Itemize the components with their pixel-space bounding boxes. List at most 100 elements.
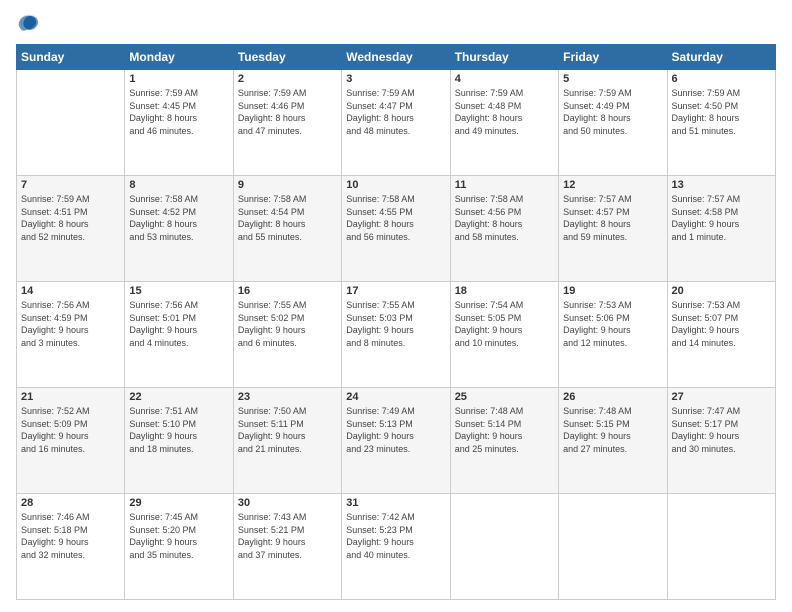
day-number: 25 — [455, 391, 554, 403]
weekday-header-thursday: Thursday — [450, 45, 558, 70]
day-info: Sunrise: 7:53 AMSunset: 5:07 PMDaylight:… — [672, 299, 771, 349]
day-number: 15 — [129, 285, 228, 297]
day-number: 23 — [238, 391, 337, 403]
calendar-cell: 11 Sunrise: 7:58 AMSunset: 4:56 PMDayligh… — [450, 176, 558, 282]
day-number: 6 — [672, 73, 771, 85]
calendar-cell: 12 Sunrise: 7:57 AMSunset: 4:57 PMDayligh… — [559, 176, 667, 282]
calendar-body: 1 Sunrise: 7:59 AMSunset: 4:45 PMDaylight… — [17, 70, 776, 600]
day-info: Sunrise: 7:59 AMSunset: 4:49 PMDaylight:… — [563, 87, 662, 137]
calendar-cell: 8 Sunrise: 7:58 AMSunset: 4:52 PMDaylight… — [125, 176, 233, 282]
day-info: Sunrise: 7:57 AMSunset: 4:58 PMDaylight:… — [672, 193, 771, 243]
weekday-header-row: SundayMondayTuesdayWednesdayThursdayFrid… — [17, 45, 776, 70]
calendar-cell — [450, 494, 558, 600]
weekday-header-monday: Monday — [125, 45, 233, 70]
calendar-cell: 27 Sunrise: 7:47 AMSunset: 5:17 PMDayligh… — [667, 388, 775, 494]
day-number: 16 — [238, 285, 337, 297]
day-info: Sunrise: 7:47 AMSunset: 5:17 PMDaylight:… — [672, 405, 771, 455]
calendar-cell — [17, 70, 125, 176]
day-info: Sunrise: 7:56 AMSunset: 5:01 PMDaylight:… — [129, 299, 228, 349]
calendar-week-5: 28 Sunrise: 7:46 AMSunset: 5:18 PMDayligh… — [17, 494, 776, 600]
calendar-cell: 18 Sunrise: 7:54 AMSunset: 5:05 PMDayligh… — [450, 282, 558, 388]
day-number: 8 — [129, 179, 228, 191]
calendar-cell: 2Sunrise: 7:59 AMSunset: 4:46 PMDaylight… — [233, 70, 341, 176]
day-info: Sunrise: 7:51 AMSunset: 5:10 PMDaylight:… — [129, 405, 228, 455]
day-number: 27 — [672, 391, 771, 403]
calendar-cell: 9Sunrise: 7:58 AMSunset: 4:54 PMDaylight… — [233, 176, 341, 282]
calendar-cell: 3Sunrise: 7:59 AMSunset: 4:47 PMDaylight… — [342, 70, 450, 176]
day-number: 4 — [455, 73, 554, 85]
calendar-cell: 26Sunrise: 7:48 AMSunset: 5:15 PMDayligh… — [559, 388, 667, 494]
day-number: 10 — [346, 179, 445, 191]
calendar-table: SundayMondayTuesdayWednesdayThursdayFrid… — [16, 44, 776, 600]
day-number: 31 — [346, 497, 445, 509]
day-number: 20 — [672, 285, 771, 297]
calendar-cell: 19 Sunrise: 7:53 AMSunset: 5:06 PMDayligh… — [559, 282, 667, 388]
day-number: 19 — [563, 285, 662, 297]
day-number: 26 — [563, 391, 662, 403]
day-number: 29 — [129, 497, 228, 509]
weekday-header-tuesday: Tuesday — [233, 45, 341, 70]
day-info: Sunrise: 7:59 AMSunset: 4:48 PMDaylight:… — [455, 87, 554, 137]
calendar-cell — [559, 494, 667, 600]
calendar-cell: 31Sunrise: 7:42 AMSunset: 5:23 PMDayligh… — [342, 494, 450, 600]
day-number: 13 — [672, 179, 771, 191]
day-info: Sunrise: 7:58 AMSunset: 4:52 PMDaylight:… — [129, 193, 228, 243]
day-info: Sunrise: 7:57 AMSunset: 4:57 PMDaylight:… — [563, 193, 662, 243]
header — [16, 12, 776, 34]
day-number: 18 — [455, 285, 554, 297]
calendar-week-1: 1 Sunrise: 7:59 AMSunset: 4:45 PMDaylight… — [17, 70, 776, 176]
day-number: 9 — [238, 179, 337, 191]
calendar-cell: 1 Sunrise: 7:59 AMSunset: 4:45 PMDaylight… — [125, 70, 233, 176]
calendar-cell: 29 Sunrise: 7:45 AMSunset: 5:20 PMDayligh… — [125, 494, 233, 600]
calendar-cell: 4 Sunrise: 7:59 AMSunset: 4:48 PMDaylight… — [450, 70, 558, 176]
day-info: Sunrise: 7:50 AMSunset: 5:11 PMDaylight:… — [238, 405, 337, 455]
day-number: 28 — [21, 497, 120, 509]
calendar-cell: 22 Sunrise: 7:51 AMSunset: 5:10 PMDayligh… — [125, 388, 233, 494]
calendar-week-2: 7 Sunrise: 7:59 AMSunset: 4:51 PMDaylight… — [17, 176, 776, 282]
day-number: 21 — [21, 391, 120, 403]
calendar-cell: 15 Sunrise: 7:56 AMSunset: 5:01 PMDayligh… — [125, 282, 233, 388]
day-number: 1 — [129, 73, 228, 85]
calendar-cell: 21 Sunrise: 7:52 AMSunset: 5:09 PMDayligh… — [17, 388, 125, 494]
weekday-header-sunday: Sunday — [17, 45, 125, 70]
day-info: Sunrise: 7:58 AMSunset: 4:56 PMDaylight:… — [455, 193, 554, 243]
day-number: 22 — [129, 391, 228, 403]
day-info: Sunrise: 7:54 AMSunset: 5:05 PMDaylight:… — [455, 299, 554, 349]
day-info: Sunrise: 7:53 AMSunset: 5:06 PMDaylight:… — [563, 299, 662, 349]
weekday-header-friday: Friday — [559, 45, 667, 70]
day-info: Sunrise: 7:45 AMSunset: 5:20 PMDaylight:… — [129, 511, 228, 561]
calendar-cell: 6 Sunrise: 7:59 AMSunset: 4:50 PMDaylight… — [667, 70, 775, 176]
calendar-cell — [667, 494, 775, 600]
day-number: 17 — [346, 285, 445, 297]
calendar-week-3: 14Sunrise: 7:56 AMSunset: 4:59 PMDayligh… — [17, 282, 776, 388]
calendar-cell: 10Sunrise: 7:58 AMSunset: 4:55 PMDayligh… — [342, 176, 450, 282]
day-number: 2 — [238, 73, 337, 85]
day-number: 30 — [238, 497, 337, 509]
day-info: Sunrise: 7:59 AMSunset: 4:45 PMDaylight:… — [129, 87, 228, 137]
day-number: 11 — [455, 179, 554, 191]
calendar-week-4: 21 Sunrise: 7:52 AMSunset: 5:09 PMDayligh… — [17, 388, 776, 494]
day-info: Sunrise: 7:55 AMSunset: 5:03 PMDaylight:… — [346, 299, 445, 349]
day-number: 24 — [346, 391, 445, 403]
calendar-cell: 7 Sunrise: 7:59 AMSunset: 4:51 PMDaylight… — [17, 176, 125, 282]
calendar-cell: 16 Sunrise: 7:55 AMSunset: 5:02 PMDayligh… — [233, 282, 341, 388]
weekday-header-saturday: Saturday — [667, 45, 775, 70]
logo-icon — [18, 12, 40, 34]
day-info: Sunrise: 7:48 AMSunset: 5:14 PMDaylight:… — [455, 405, 554, 455]
calendar-cell: 30 Sunrise: 7:43 AMSunset: 5:21 PMDayligh… — [233, 494, 341, 600]
day-info: Sunrise: 7:59 AMSunset: 4:50 PMDaylight:… — [672, 87, 771, 137]
calendar-cell: 24Sunrise: 7:49 AMSunset: 5:13 PMDayligh… — [342, 388, 450, 494]
day-info: Sunrise: 7:55 AMSunset: 5:02 PMDaylight:… — [238, 299, 337, 349]
calendar-cell: 13 Sunrise: 7:57 AMSunset: 4:58 PMDayligh… — [667, 176, 775, 282]
day-info: Sunrise: 7:43 AMSunset: 5:21 PMDaylight:… — [238, 511, 337, 561]
calendar-cell: 25 Sunrise: 7:48 AMSunset: 5:14 PMDayligh… — [450, 388, 558, 494]
day-info: Sunrise: 7:59 AMSunset: 4:51 PMDaylight:… — [21, 193, 120, 243]
day-number: 5 — [563, 73, 662, 85]
day-number: 7 — [21, 179, 120, 191]
day-info: Sunrise: 7:46 AMSunset: 5:18 PMDaylight:… — [21, 511, 120, 561]
day-info: Sunrise: 7:52 AMSunset: 5:09 PMDaylight:… — [21, 405, 120, 455]
calendar-cell: 5 Sunrise: 7:59 AMSunset: 4:49 PMDaylight… — [559, 70, 667, 176]
day-info: Sunrise: 7:56 AMSunset: 4:59 PMDaylight:… — [21, 299, 120, 349]
day-number: 12 — [563, 179, 662, 191]
calendar-cell: 23 Sunrise: 7:50 AMSunset: 5:11 PMDayligh… — [233, 388, 341, 494]
